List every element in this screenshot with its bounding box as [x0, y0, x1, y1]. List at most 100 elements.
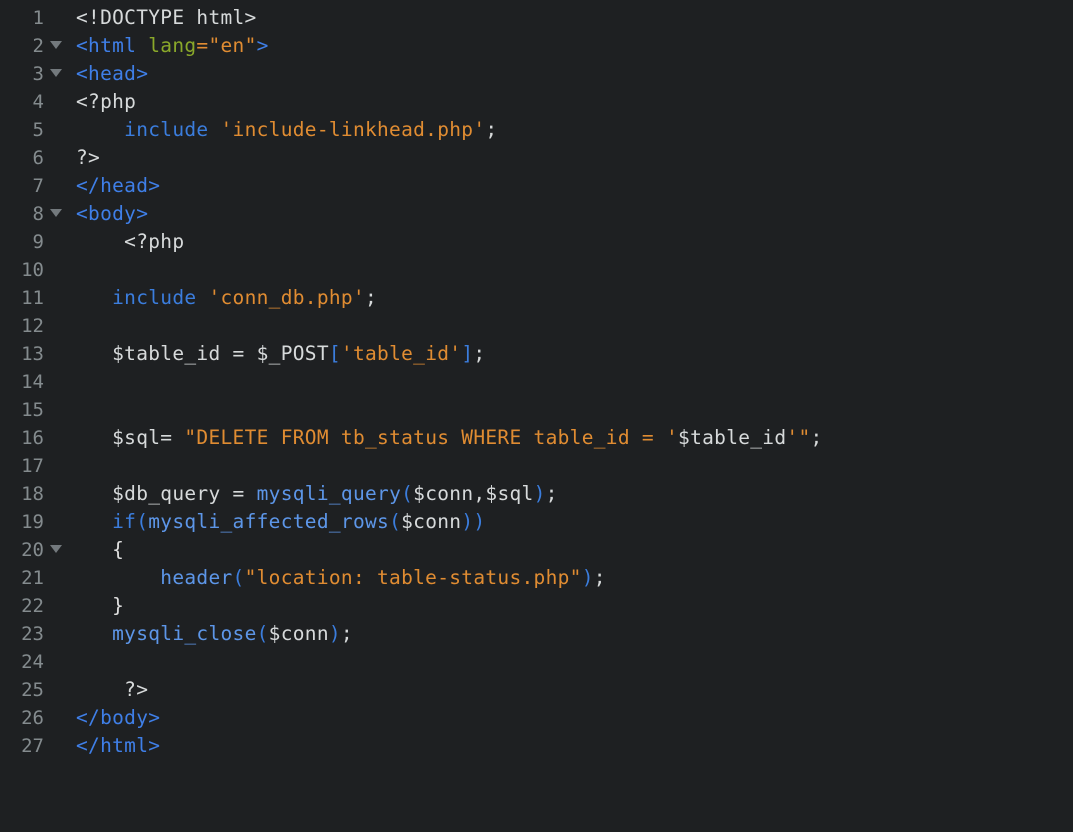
code-token: '" — [786, 426, 811, 449]
code-line[interactable]: 22 } — [0, 592, 1073, 620]
code-line-content[interactable]: $sql= "DELETE FROM tb_status WHERE table… — [68, 424, 1073, 452]
code-token: </head> — [76, 174, 161, 197]
code-line-content[interactable]: include 'conn_db.php'; — [68, 284, 1073, 312]
code-line[interactable]: 6 ?> — [0, 144, 1073, 172]
line-number: 11 — [21, 287, 44, 309]
code-line-content[interactable]: </html> — [68, 732, 1073, 760]
code-line-content[interactable]: } — [68, 592, 1073, 620]
line-number: 10 — [21, 259, 44, 281]
code-line[interactable]: 27 </html> — [0, 732, 1073, 760]
code-line[interactable]: 11 include 'conn_db.php'; — [0, 284, 1073, 312]
line-number: 22 — [21, 595, 44, 617]
code-token: 'include-linkhead.php' — [220, 118, 486, 141]
code-token: <?php — [124, 230, 185, 253]
code-token: lang — [148, 34, 197, 57]
code-token: if — [112, 510, 137, 533]
code-token: "en" — [208, 34, 257, 57]
line-number: 15 — [21, 399, 44, 421]
code-token: ; — [485, 118, 498, 141]
code-token: <!DOCTYPE html> — [76, 6, 257, 29]
code-editor[interactable]: 1 <!DOCTYPE html> 2 <html lang="en"> 3 <head>… — [0, 0, 1073, 832]
code-line[interactable]: 18 $db_query = mysqli_query($conn,$sql); — [0, 480, 1073, 508]
code-line-content[interactable]: { — [68, 536, 1073, 564]
code-token: ?> — [76, 146, 101, 169]
code-line[interactable]: 24 — [0, 648, 1073, 676]
code-line[interactable]: 3 <head> — [0, 60, 1073, 88]
fold-collapse-icon[interactable] — [44, 60, 68, 88]
code-line[interactable]: 19 if(mysqli_affected_rows($conn)) — [0, 508, 1073, 536]
code-line-content[interactable]: $db_query = mysqli_query($conn,$sql); — [68, 480, 1073, 508]
code-line[interactable]: 17 — [0, 452, 1073, 480]
code-line-content[interactable]: header("location: table-status.php"); — [68, 564, 1073, 592]
line-number: 2 — [32, 35, 44, 57]
code-token: <body> — [76, 202, 149, 225]
chevron-down-icon — [50, 209, 62, 217]
line-number: 3 — [32, 63, 44, 85]
code-line[interactable]: 2 <html lang="en"> — [0, 32, 1073, 60]
code-line-content[interactable]: <html lang="en"> — [68, 32, 1073, 60]
line-number: 5 — [32, 119, 44, 141]
code-line[interactable]: 5 include 'include-linkhead.php'; — [0, 116, 1073, 144]
line-number: 7 — [32, 175, 44, 197]
code-token: = — [232, 342, 257, 365]
code-line-content[interactable]: ?> — [68, 676, 1073, 704]
code-line[interactable]: 25 ?> — [0, 676, 1073, 704]
code-line-content[interactable]: <?php — [68, 228, 1073, 256]
line-number: 8 — [32, 203, 44, 225]
code-line[interactable]: 7 </head> — [0, 172, 1073, 200]
code-line[interactable]: 8 <body> — [0, 200, 1073, 228]
code-token: <head> — [76, 62, 149, 85]
code-token: include — [124, 118, 209, 141]
line-number: 18 — [21, 483, 44, 505]
code-token: 'table_id' — [340, 342, 462, 365]
code-lines-container[interactable]: 1 <!DOCTYPE html> 2 <html lang="en"> 3 <head>… — [0, 4, 1073, 760]
fold-collapse-icon[interactable] — [44, 536, 68, 564]
code-line-content[interactable]: include 'include-linkhead.php'; — [68, 116, 1073, 144]
code-token: = — [160, 426, 185, 449]
code-line[interactable]: 23 mysqli_close($conn); — [0, 620, 1073, 648]
code-line-content[interactable]: <head> — [68, 60, 1073, 88]
code-token: ; — [340, 622, 353, 645]
code-line[interactable]: 16 $sql= "DELETE FROM tb_status WHERE ta… — [0, 424, 1073, 452]
code-line[interactable]: 9 <?php — [0, 228, 1073, 256]
code-token: ( — [256, 622, 269, 645]
code-token: ; — [545, 482, 558, 505]
code-line-content[interactable]: </body> — [68, 704, 1073, 732]
code-line-content[interactable]: <body> — [68, 200, 1073, 228]
code-line[interactable]: 13 $table_id = $_POST['table_id']; — [0, 340, 1073, 368]
line-number: 13 — [21, 343, 44, 365]
code-line[interactable]: 10 — [0, 256, 1073, 284]
code-line-content[interactable]: </head> — [68, 172, 1073, 200]
code-token: $sql — [112, 426, 161, 449]
code-line[interactable]: 26 </body> — [0, 704, 1073, 732]
code-line[interactable]: 15 — [0, 396, 1073, 424]
fold-collapse-icon[interactable] — [44, 200, 68, 228]
line-number: 25 — [21, 679, 44, 701]
line-number: 17 — [21, 455, 44, 477]
code-token: <html — [76, 34, 149, 57]
line-number: 23 — [21, 623, 44, 645]
chevron-down-icon — [50, 41, 62, 49]
code-line[interactable]: 14 — [0, 368, 1073, 396]
line-number: 6 — [32, 147, 44, 169]
code-line-content[interactable]: mysqli_close($conn); — [68, 620, 1073, 648]
code-line-content[interactable]: <?php — [68, 88, 1073, 116]
code-line[interactable]: 12 — [0, 312, 1073, 340]
code-line-content[interactable]: if(mysqli_affected_rows($conn)) — [68, 508, 1073, 536]
line-number: 19 — [21, 511, 44, 533]
code-line-content[interactable]: ?> — [68, 144, 1073, 172]
code-line-content[interactable]: <!DOCTYPE html> — [68, 4, 1073, 32]
code-line[interactable]: 1 <!DOCTYPE html> — [0, 4, 1073, 32]
code-line[interactable]: 4 <?php — [0, 88, 1073, 116]
code-line[interactable]: 21 header("location: table-status.php"); — [0, 564, 1073, 592]
code-token: </body> — [76, 706, 161, 729]
fold-collapse-icon[interactable] — [44, 32, 68, 60]
code-line[interactable]: 20 { — [0, 536, 1073, 564]
code-line-content[interactable]: $table_id = $_POST['table_id']; — [68, 340, 1073, 368]
code-token: ; — [593, 566, 606, 589]
line-number: 14 — [21, 371, 44, 393]
